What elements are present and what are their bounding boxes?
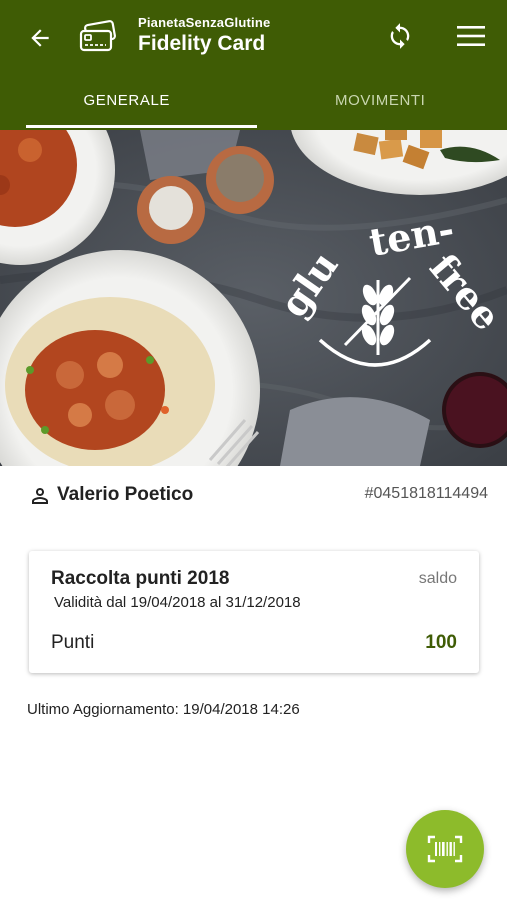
back-button[interactable] <box>22 20 58 56</box>
points-label: Punti <box>51 632 95 653</box>
profile-row: Valerio Poetico #0451818114494 <box>28 482 488 508</box>
card-icon <box>79 20 116 52</box>
balance-label: saldo <box>418 570 457 587</box>
last-update-text: Ultimo Aggiornamento: 19/04/2018 14:26 <box>27 701 300 718</box>
tab-bar: GENERALE MOVIMENTI <box>0 78 507 130</box>
menu-button[interactable] <box>452 18 490 54</box>
sync-icon <box>390 23 410 49</box>
menu-icon <box>457 26 485 46</box>
pepper-bowl <box>206 146 274 214</box>
back-arrow-icon <box>31 29 49 47</box>
title-block: PianetaSenzaGlutine Fidelity Card <box>138 15 270 56</box>
tab-generale[interactable]: GENERALE <box>0 78 254 130</box>
page-title: Fidelity Card <box>138 32 266 55</box>
scan-barcode-button[interactable] <box>406 810 484 888</box>
validity-period: Validità dal 19/04/2018 al 31/12/2018 <box>54 594 301 611</box>
hero-illustration: glu ten- free <box>0 130 507 466</box>
salt-bowl <box>137 176 205 244</box>
points-value: 100 <box>425 632 457 653</box>
sync-button[interactable] <box>382 18 418 54</box>
active-tab-indicator <box>26 125 257 128</box>
points-card[interactable]: Raccolta punti 2018 saldo Validità dal 1… <box>29 551 479 673</box>
hero-image: glu ten- free <box>0 130 507 466</box>
barcode-scan-icon <box>427 835 463 863</box>
campaign-title: Raccolta punti 2018 <box>51 568 230 589</box>
card-number: #0451818114494 <box>364 485 488 502</box>
toolbar: PianetaSenzaGlutine Fidelity Card <box>0 0 507 72</box>
brand-name: PianetaSenzaGlutine <box>138 15 271 30</box>
app-bar: PianetaSenzaGlutine Fidelity Card GENERA… <box>0 0 507 130</box>
tab-movimenti[interactable]: MOVIMENTI <box>254 78 507 130</box>
person-icon <box>32 488 48 504</box>
user-name: Valerio Poetico <box>57 484 194 505</box>
